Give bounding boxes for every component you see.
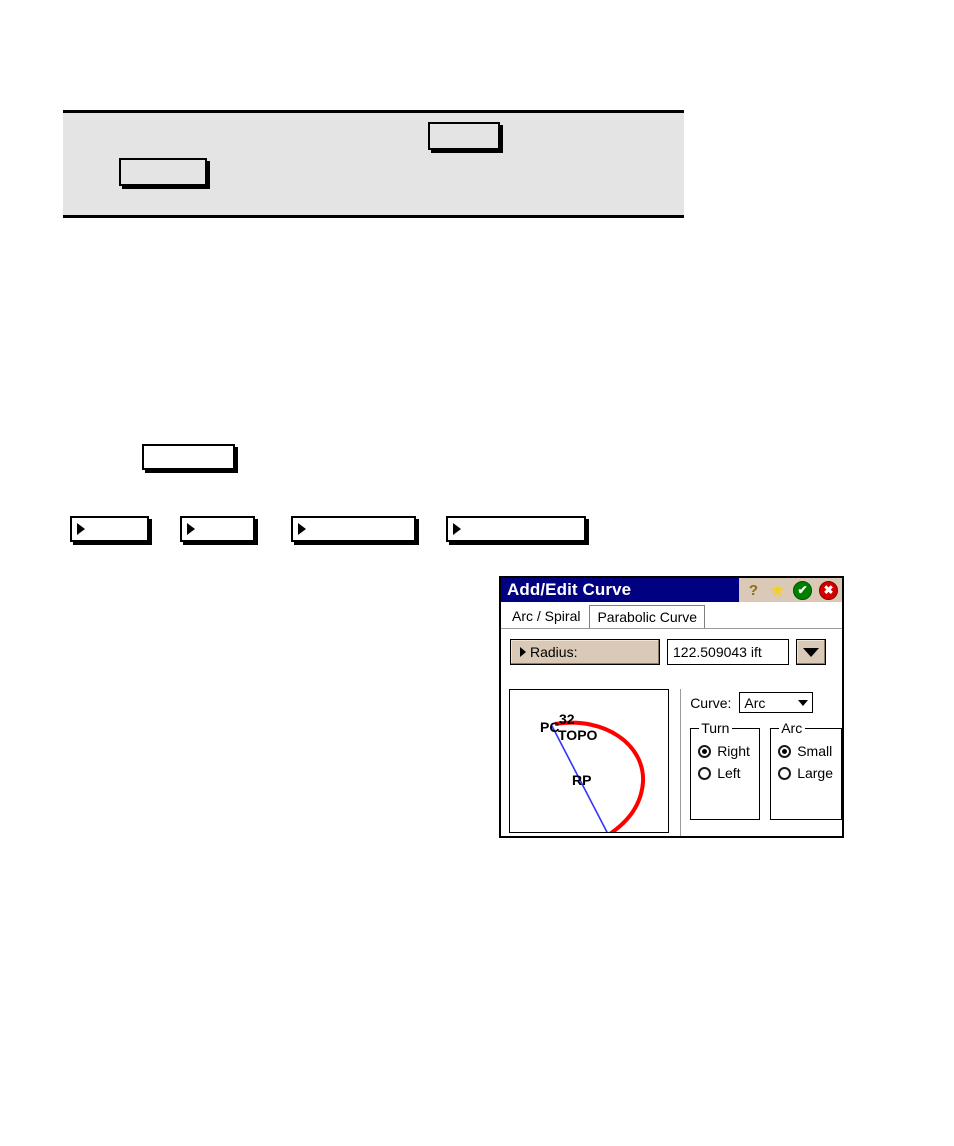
radio-indicator-icon	[778, 744, 792, 758]
radio-arc-small-label: Small	[797, 743, 833, 759]
radius-dropdown-button[interactable]	[796, 639, 826, 665]
ok-icon[interactable]: ✔	[793, 580, 812, 600]
tab-parabolic-curve[interactable]: Parabolic Curve	[589, 605, 706, 628]
triangle-right-icon	[77, 523, 85, 535]
curve-label: Curve:	[690, 694, 732, 711]
chevron-down-icon	[798, 699, 809, 706]
curve-preview[interactable]: PC 32 TOPO RP	[509, 689, 670, 833]
radio-group-row: Turn Right Left Arc Small Large	[690, 720, 842, 820]
panel-placeholder-box-b	[428, 122, 500, 150]
turn-group-legend: Turn	[701, 720, 730, 736]
top-gray-panel	[63, 110, 684, 218]
curve-preview-graphic: PC 32 TOPO RP	[540, 711, 646, 832]
radio-turn-left-label: Left	[717, 765, 741, 781]
radius-row: Radius: 122.509043 ift	[501, 629, 842, 665]
triangle-right-icon	[453, 523, 461, 535]
label-rp: RP	[572, 772, 591, 788]
arrow-button-3[interactable]	[291, 516, 416, 542]
arrow-button-4[interactable]	[446, 516, 586, 542]
panel-placeholder-box-a	[119, 158, 207, 186]
arrow-button-2[interactable]	[180, 516, 255, 542]
arrow-button-1[interactable]	[70, 516, 149, 542]
radius-button[interactable]: Radius:	[510, 639, 660, 665]
dialog-titlebar: Add/Edit Curve ? ★ ✔ ✖	[501, 578, 842, 602]
arc-group: Arc Small Large	[770, 720, 842, 820]
arc-group-legend: Arc	[781, 720, 803, 736]
radio-indicator-icon	[778, 766, 792, 780]
arrow-button-row	[70, 516, 586, 542]
radius-input[interactable]: 122.509043 ift	[667, 639, 789, 665]
dialog-tabstrip: Arc / Spiral Parabolic Curve	[501, 602, 842, 628]
curve-type-row: Curve: Arc	[690, 692, 842, 713]
triangle-right-icon	[298, 523, 306, 535]
radio-turn-right-label: Right	[717, 743, 750, 759]
label-point-32: 32	[559, 711, 575, 727]
dialog-body: Radius: 122.509043 ift PC 32 TOPO RP Cur…	[501, 628, 842, 836]
tab-arc-spiral[interactable]: Arc / Spiral	[505, 605, 588, 628]
help-icon[interactable]: ?	[745, 582, 762, 599]
star-icon[interactable]: ★	[769, 582, 786, 599]
triangle-right-icon	[187, 523, 195, 535]
label-pc: PC	[540, 719, 559, 735]
titlebar-icon-group: ? ★ ✔ ✖	[739, 578, 842, 602]
radio-indicator-icon	[698, 744, 712, 758]
dialog-lower-section: PC 32 TOPO RP Curve: Arc Turn Right Left…	[501, 689, 842, 836]
add-edit-curve-dialog: Add/Edit Curve ? ★ ✔ ✖ Arc / Spiral Para…	[499, 576, 844, 838]
curve-type-value: Arc	[744, 694, 766, 711]
radio-arc-small[interactable]: Small	[778, 743, 833, 759]
radio-arc-large-label: Large	[797, 765, 833, 781]
radio-turn-left[interactable]: Left	[698, 765, 751, 781]
chevron-down-icon	[803, 647, 819, 657]
label-topo: TOPO	[558, 727, 598, 743]
radius-button-label: Radius:	[530, 644, 578, 660]
curve-type-select[interactable]: Arc	[739, 692, 814, 713]
standalone-placeholder-box	[142, 444, 235, 470]
radio-turn-right[interactable]: Right	[698, 743, 751, 759]
radio-indicator-icon	[698, 766, 712, 780]
close-icon[interactable]: ✖	[819, 580, 838, 600]
dialog-title: Add/Edit Curve	[507, 580, 632, 599]
radio-arc-large[interactable]: Large	[778, 765, 833, 781]
turn-group: Turn Right Left	[690, 720, 761, 820]
curve-controls: Curve: Arc Turn Right Left Arc Small Lar…	[680, 689, 842, 836]
triangle-right-icon	[520, 647, 526, 657]
